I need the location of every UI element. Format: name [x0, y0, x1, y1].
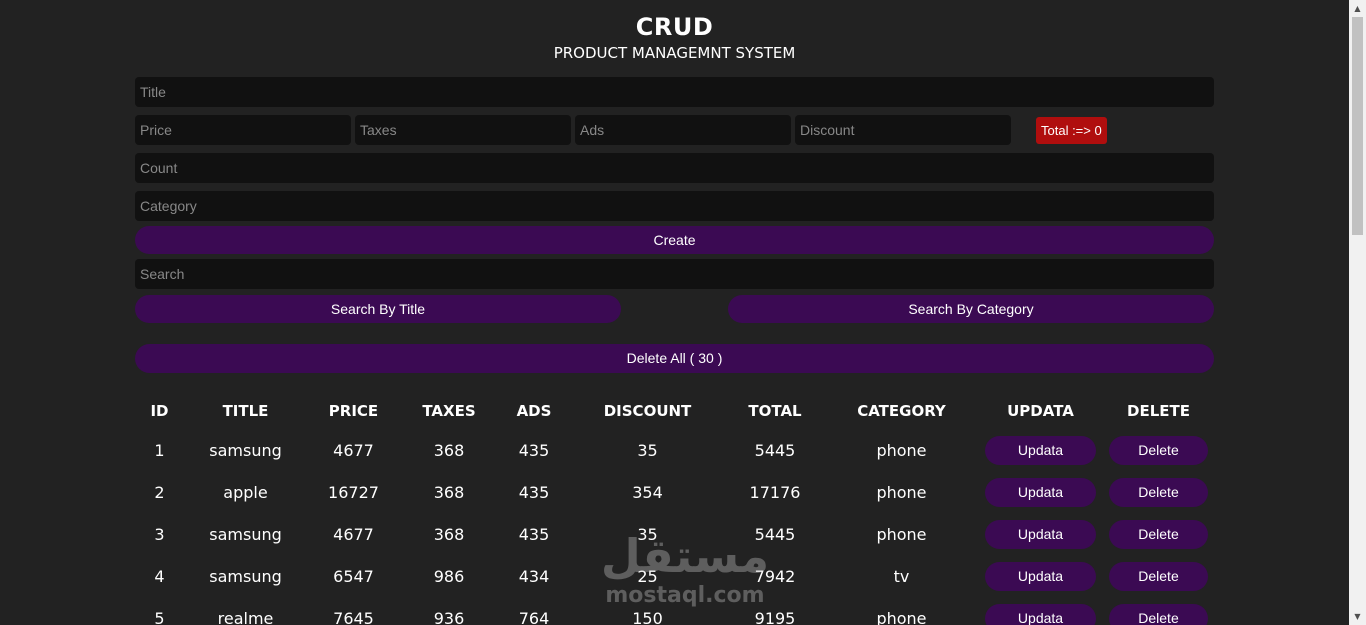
count-input[interactable]	[135, 153, 1214, 183]
header-delete: DELETE	[1127, 402, 1190, 420]
cell-ads: 435	[518, 524, 550, 544]
cell-ads: 434	[518, 566, 550, 586]
cell-update: Updata	[978, 597, 1103, 625]
header-discount: DISCOUNT	[603, 402, 692, 420]
cell-category: phone	[876, 482, 927, 502]
page: CRUD PRODUCT MANAGEMNT SYSTEM Total :=> …	[0, 0, 1366, 625]
cell-title: samsung	[209, 440, 282, 460]
update-button[interactable]: Updata	[985, 435, 1096, 465]
cell-price: 7645	[333, 608, 374, 625]
cell-id: 2	[154, 482, 165, 502]
cell-id: 4	[154, 566, 165, 586]
delete-button[interactable]: Delete	[1109, 435, 1208, 465]
total-badge: Total :=> 0	[1036, 116, 1107, 144]
discount-input[interactable]	[795, 115, 1011, 145]
header: CRUD PRODUCT MANAGEMNT SYSTEM	[135, 0, 1214, 63]
cell-taxes: 936	[433, 608, 465, 625]
cell-price: 6547	[333, 566, 374, 586]
watermark-latin: mostaql.com	[605, 583, 765, 608]
delete-button[interactable]: Delete	[1109, 519, 1208, 549]
cell-price: 4677	[333, 440, 374, 460]
cell-title: samsung	[209, 524, 282, 544]
cell-update: Updata	[978, 555, 1103, 597]
delete-all-button[interactable]: Delete All ( 30 )	[135, 344, 1214, 373]
header-category: CATEGORY	[857, 402, 946, 420]
cell-update: Updata	[978, 429, 1103, 471]
cell-category: phone	[876, 524, 927, 544]
title-input[interactable]	[135, 77, 1214, 107]
header-taxes: TAXES	[422, 402, 476, 420]
table-row: 2 apple 16727 368 435 354 17176 phone Up…	[135, 471, 1214, 513]
cell-total: 5445	[754, 440, 796, 460]
ads-input[interactable]	[575, 115, 791, 145]
category-input[interactable]	[135, 191, 1214, 221]
update-button[interactable]: Updata	[985, 603, 1096, 625]
table-row: 1 samsung 4677 368 435 35 5445 phone Upd…	[135, 429, 1214, 471]
cell-ads: 435	[518, 440, 550, 460]
scroll-up-arrow-icon[interactable]: ▲	[1349, 0, 1366, 17]
price-input[interactable]	[135, 115, 351, 145]
cell-category: phone	[876, 440, 927, 460]
cell-id: 5	[154, 608, 165, 625]
cell-ads: 764	[518, 608, 550, 625]
create-button[interactable]: Create	[135, 226, 1214, 254]
cell-delete: Delete	[1103, 513, 1214, 555]
header-total: TOTAL	[748, 402, 802, 420]
search-by-category-button[interactable]: Search By Category	[728, 295, 1214, 323]
page-title: CRUD	[635, 13, 714, 41]
cell-price: 4677	[333, 524, 374, 544]
update-button[interactable]: Updata	[985, 561, 1096, 591]
search-buttons: Search By Title Search By Category	[135, 295, 1214, 323]
cell-id: 1	[154, 440, 165, 460]
cell-total: 17176	[749, 482, 801, 502]
cell-taxes: 368	[433, 482, 465, 502]
main-container: CRUD PRODUCT MANAGEMNT SYSTEM Total :=> …	[135, 0, 1214, 373]
cell-title: apple	[223, 482, 268, 502]
watermark-arabic: مستقل	[600, 529, 770, 583]
table-header-row: ID TITLE PRICE TAXES ADS DISCOUNT TOTAL …	[135, 393, 1214, 429]
cell-delete: Delete	[1103, 555, 1214, 597]
cell-category: phone	[876, 608, 927, 625]
cell-delete: Delete	[1103, 429, 1214, 471]
header-title: TITLE	[222, 402, 269, 420]
delete-button[interactable]: Delete	[1109, 477, 1208, 507]
cell-taxes: 368	[433, 524, 465, 544]
cell-delete: Delete	[1103, 471, 1214, 513]
header-price: PRICE	[328, 402, 379, 420]
cell-taxes: 368	[433, 440, 465, 460]
scroll-down-arrow-icon[interactable]: ▼	[1349, 608, 1366, 625]
cell-update: Updata	[978, 513, 1103, 555]
search-by-title-button[interactable]: Search By Title	[135, 295, 621, 323]
cell-ads: 435	[518, 482, 550, 502]
header-updata: UPDATA	[1007, 402, 1074, 420]
search-input[interactable]	[135, 259, 1214, 289]
cell-title: realme	[217, 608, 274, 625]
vertical-scrollbar[interactable]: ▲ ▼	[1349, 0, 1366, 625]
price-row: Total :=> 0	[135, 115, 1214, 145]
cell-discount: 354	[632, 482, 663, 502]
mostaql-watermark: مستقل mostaql.com	[600, 528, 770, 608]
cell-delete: Delete	[1103, 597, 1214, 625]
update-button[interactable]: Updata	[985, 519, 1096, 549]
delete-button[interactable]: Delete	[1109, 603, 1208, 625]
cell-update: Updata	[978, 471, 1103, 513]
header-ads: ADS	[516, 402, 552, 420]
page-subtitle: PRODUCT MANAGEMNT SYSTEM	[553, 44, 796, 62]
update-button[interactable]: Updata	[985, 477, 1096, 507]
scrollbar-thumb[interactable]	[1352, 17, 1363, 235]
cell-price: 16727	[328, 482, 379, 502]
cell-discount: 35	[637, 440, 658, 460]
cell-title: samsung	[209, 566, 282, 586]
cell-category: tv	[893, 566, 910, 586]
cell-id: 3	[154, 524, 165, 544]
cell-taxes: 986	[433, 566, 465, 586]
header-id: ID	[150, 402, 169, 420]
taxes-input[interactable]	[355, 115, 571, 145]
delete-button[interactable]: Delete	[1109, 561, 1208, 591]
